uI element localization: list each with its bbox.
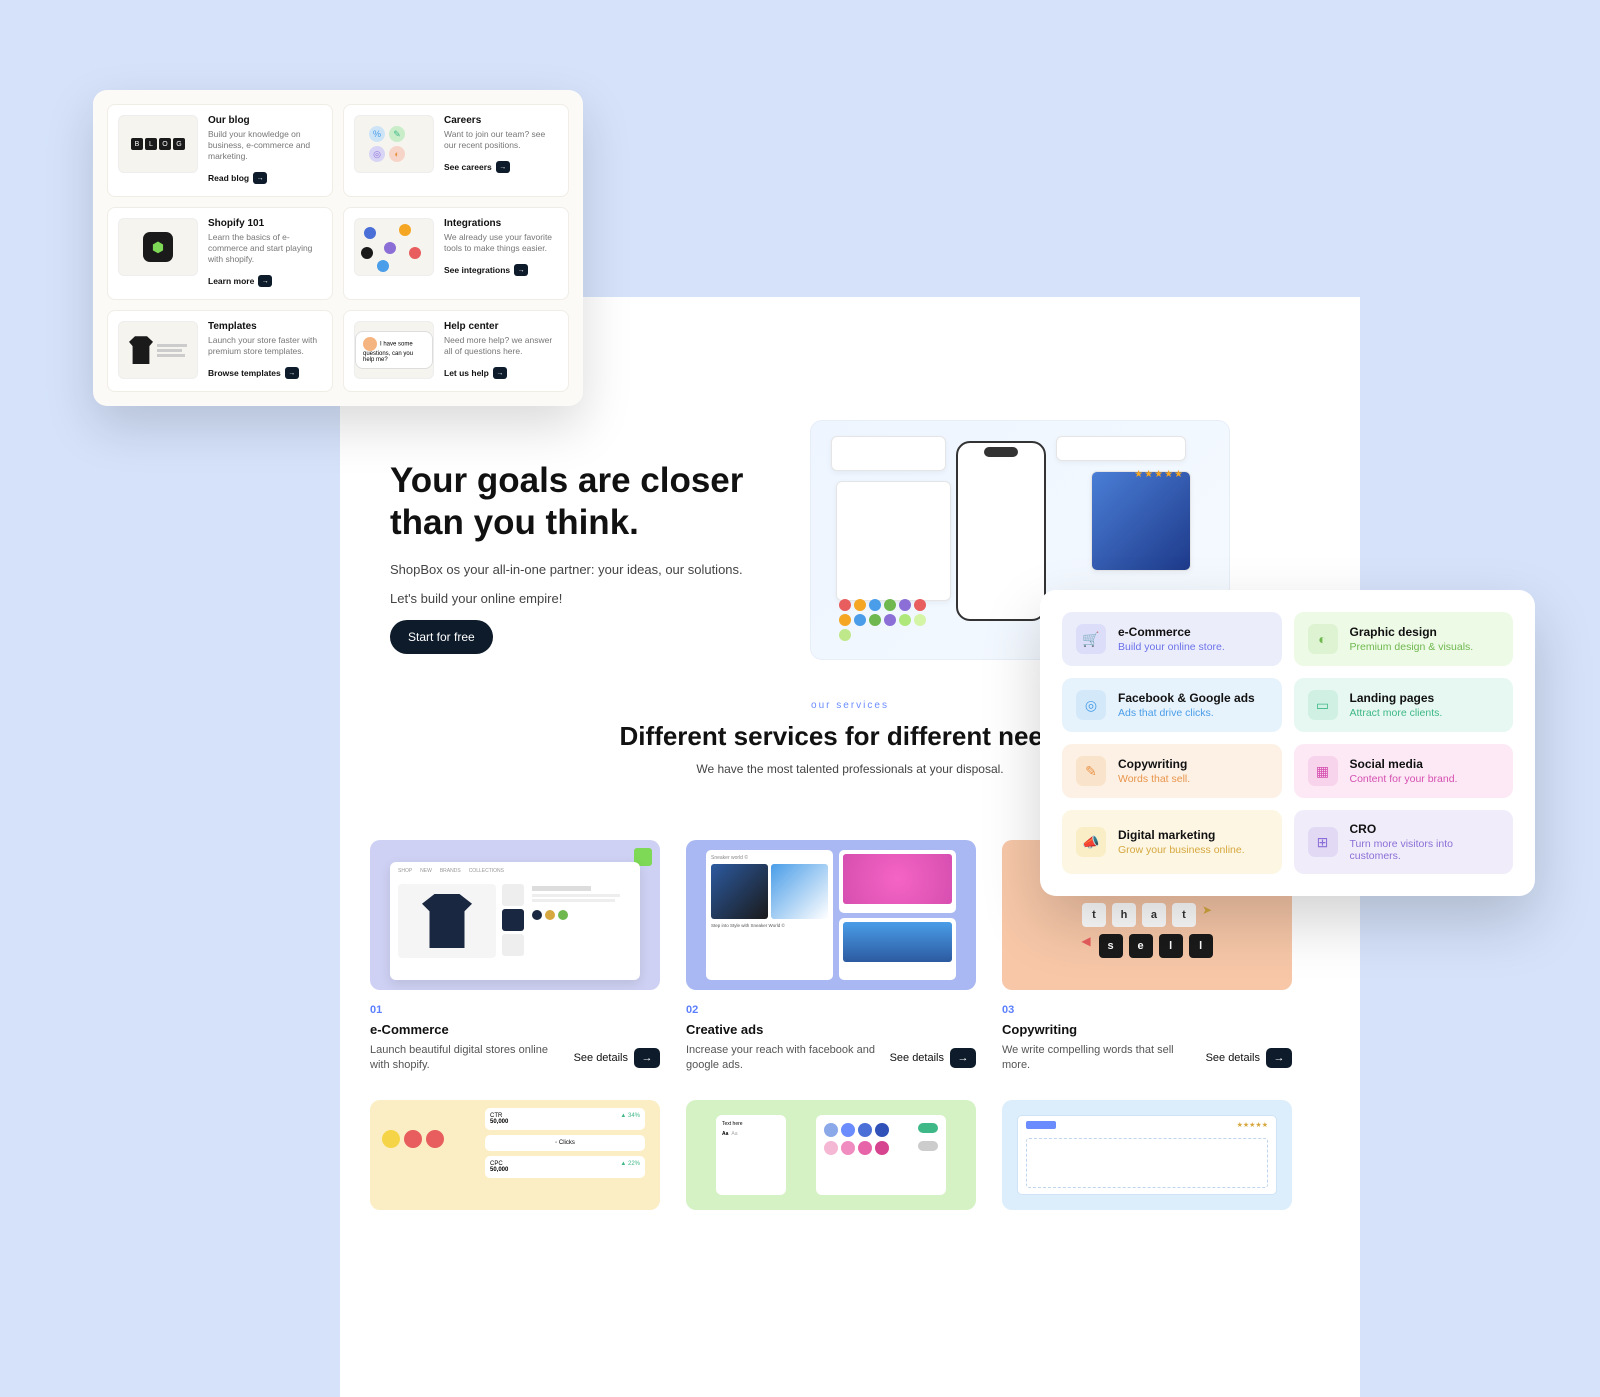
service-card-ads[interactable]: Sneaker world © Step into Style with Sne… [686,840,976,1074]
mouse-icon: ◐ [1308,624,1338,654]
hero-sub2: Let's build your online empire! [390,591,810,606]
service-name: e-Commerce [370,1022,660,1037]
services-dropdown: 🛒e-CommerceBuild your online store. ◐Gra… [1040,590,1535,896]
careers-thumb-icon: %✎◎◐ [354,115,434,173]
resources-dropdown: BLOG Our blogBuild your knowledge on bus… [93,90,583,406]
monitor-icon: ▭ [1308,690,1338,720]
dropdown-item-cro[interactable]: ⊞CROTurn more visitors into customers. [1294,810,1514,874]
arrow-right-icon: → [1266,1048,1292,1068]
let-us-help-link[interactable]: Let us help→ [444,367,507,379]
blog-thumb-icon: BLOG [118,115,198,173]
dropdown-item-marketing[interactable]: 📣Digital marketingGrow your business onl… [1062,810,1282,874]
dropdown-item-careers[interactable]: %✎◎◐ CareersWant to join our team? see o… [343,104,569,197]
image-icon: ▦ [1308,756,1338,786]
megaphone-icon: 📣 [1076,827,1106,857]
ticket-icon: ⊞ [1308,827,1338,857]
templates-thumb-icon [118,321,198,379]
learn-more-link[interactable]: Learn more→ [208,275,272,287]
hero-cta-button[interactable]: Start for free [390,620,493,654]
arrow-right-icon: → [634,1048,660,1068]
service-desc: Launch beautiful digital stores online w… [370,1043,574,1074]
dropdown-item-integrations[interactable]: IntegrationsWe already use your favorite… [343,207,569,300]
target-icon: ◎ [1076,690,1106,720]
see-careers-link[interactable]: See careers→ [444,161,510,173]
service-desc: We write compelling words that sell more… [1002,1043,1206,1074]
dropdown-item-shopify101[interactable]: ⬢ Shopify 101Learn the basics of e-comme… [107,207,333,300]
integrations-thumb-icon [354,218,434,276]
see-integrations-link[interactable]: See integrations→ [444,264,528,276]
dropdown-item-templates[interactable]: TemplatesLaunch your store faster with p… [107,310,333,392]
cursor-icon: ➤ [1202,903,1212,927]
see-details-link[interactable]: See details→ [1206,1048,1292,1068]
dropdown-item-ecommerce[interactable]: 🛒e-CommerceBuild your online store. [1062,612,1282,666]
cursor-icon: ◀ [1081,934,1090,958]
service-number: 02 [686,1004,976,1016]
service-cards-row-2: CTR50,000▲ 34% ◦ Clicks CPC50,000▲ 22% T… [370,1100,1292,1224]
shopify-thumb-icon: ⬢ [118,218,198,276]
browse-templates-link[interactable]: Browse templates→ [208,367,299,379]
dropdown-item-graphic[interactable]: ◐Graphic designPremium design & visuals. [1294,612,1514,666]
dropdown-item-blog[interactable]: BLOG Our blogBuild your knowledge on bus… [107,104,333,197]
hero-title: Your goals are closerthan you think. [390,460,810,544]
dropdown-item-help[interactable]: I have some questions, can you help me? … [343,310,569,392]
dropdown-item-ads[interactable]: ◎Facebook & Google adsAds that drive cli… [1062,678,1282,732]
service-number: 01 [370,1004,660,1016]
cart-icon: 🛒 [1076,624,1106,654]
dropdown-item-copy[interactable]: ✎CopywritingWords that sell. [1062,744,1282,798]
service-number: 03 [1002,1004,1292,1016]
pencil-icon: ✎ [1076,756,1106,786]
arrow-right-icon: → [950,1048,976,1068]
see-details-link[interactable]: See details→ [890,1048,976,1068]
service-desc: Increase your reach with facebook and go… [686,1043,890,1074]
see-details-link[interactable]: See details→ [574,1048,660,1068]
help-thumb-icon: I have some questions, can you help me? [354,321,434,379]
hero-sub1: ShopBox os your all-in-one partner: your… [390,562,810,577]
read-blog-link[interactable]: Read blog→ [208,172,267,184]
dropdown-item-landing[interactable]: ▭Landing pagesAttract more clients. [1294,678,1514,732]
dropdown-item-social[interactable]: ▦Social mediaContent for your brand. [1294,744,1514,798]
stars-icon: ★★★★★ [1134,469,1184,480]
service-name: Creative ads [686,1022,976,1037]
service-name: Copywriting [1002,1022,1292,1037]
phone-mockup-icon [956,441,1046,621]
service-card-ecommerce[interactable]: SHOPNEWBRANDSCOLLECTIONS [370,840,660,1074]
